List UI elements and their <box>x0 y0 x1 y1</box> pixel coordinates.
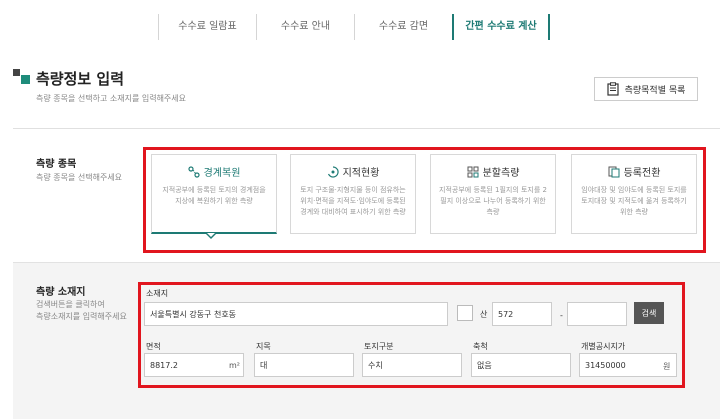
lot-main-input[interactable]: 572 <box>492 302 552 326</box>
land-division-label: 토지구분 <box>364 342 394 351</box>
page-title: 측량정보 입력 <box>36 70 125 88</box>
survey-card-status[interactable]: 지적현황 토지 구조물·지형지물 등이 점유하는 위치·면적을 지적도·임야도에… <box>290 154 416 234</box>
divider <box>13 128 720 129</box>
land-price-unit: 원 <box>663 362 671 371</box>
boundary-restore-icon <box>187 165 200 178</box>
card-desc: 지적공부에 등록된 1필지의 토지를 2필지 이상으로 나누어 등록하기 위한 … <box>439 186 547 216</box>
scale-label: 축척 <box>473 342 488 351</box>
title-marker-icon <box>13 69 20 76</box>
scale-input[interactable]: 없음 <box>471 353 571 377</box>
land-category-input[interactable]: 대 <box>254 353 354 377</box>
card-desc: 토지 구조물·지형지물 등이 점유하는 위치·면적을 지적도·임야도에 등록된 … <box>300 186 406 216</box>
selected-caret-inner-icon <box>207 233 215 237</box>
area-label: 면적 <box>146 342 161 351</box>
card-title: 등록전환 <box>623 168 661 179</box>
card-title: 경계복원 <box>203 168 241 179</box>
card-title: 지적현황 <box>342 168 380 179</box>
tab-fee-reduction[interactable]: 수수료 감면 <box>354 14 452 40</box>
location-desc-2: 측량소재지를 입력해주세요 <box>36 312 127 321</box>
location-desc-1: 검색버튼을 클릭하여 <box>36 300 105 309</box>
survey-card-boundary-restore[interactable]: 경계복원 지적공부에 등록된 토지의 경계점을 지상에 복원하기 위한 측량 <box>151 154 277 234</box>
survey-card-subdivision[interactable]: 분할측량 지적공부에 등록된 1필지의 토지를 2필지 이상으로 나누어 등록하… <box>430 154 556 234</box>
title-marker-accent-icon <box>21 75 30 84</box>
area-unit: m² <box>229 361 240 370</box>
address-label: 소재지 <box>146 289 169 298</box>
survey-type-desc: 측량 종목을 선택해주세요 <box>36 173 123 182</box>
purpose-list-button[interactable]: 측량목적별 목록 <box>594 77 698 101</box>
location-label: 측량 소재지 <box>36 287 86 298</box>
mountain-label: 산 <box>480 310 488 319</box>
address-input[interactable]: 서울특별시 강동구 천호동 <box>144 302 448 326</box>
tab-fee-guide[interactable]: 수수료 안내 <box>256 14 354 40</box>
survey-card-registration-change[interactable]: 등록전환 임야대장 및 임야도에 등록된 토지를 토지대장 및 지적도에 옮겨 … <box>571 154 697 234</box>
lot-dash: - <box>560 311 563 320</box>
card-desc: 임야대장 및 임야도에 등록된 토지를 토지대장 및 지적도에 옮겨 등록하기 … <box>581 186 687 216</box>
land-division-input[interactable]: 수치 <box>362 353 462 377</box>
page-subtitle: 측량 종목을 선택하고 소재지를 입력해주세요 <box>36 94 187 103</box>
registration-change-icon <box>608 166 620 177</box>
tab-fee-table[interactable]: 수수료 일람표 <box>158 14 256 40</box>
clipboard-icon <box>606 82 619 96</box>
grid-split-icon <box>467 166 479 177</box>
card-desc: 지적공부에 등록된 토지의 경계점을 지상에 복원하기 위한 측량 <box>162 186 266 205</box>
fee-tabs: 수수료 일람표 수수료 안내 수수료 감면 간편 수수료 계산 <box>158 14 550 40</box>
land-category-label: 지목 <box>256 342 271 351</box>
tab-simple-fee-calc[interactable]: 간편 수수료 계산 <box>452 14 550 40</box>
card-title: 분할측량 <box>482 168 520 179</box>
status-survey-icon <box>327 165 339 178</box>
land-price-label: 개별공시지가 <box>581 342 626 351</box>
search-button[interactable]: 검색 <box>634 302 664 324</box>
survey-type-label: 측량 종목 <box>36 159 77 170</box>
purpose-list-label: 측량목적별 목록 <box>624 85 686 96</box>
mountain-checkbox[interactable] <box>457 305 473 321</box>
lot-sub-input[interactable] <box>567 302 627 326</box>
